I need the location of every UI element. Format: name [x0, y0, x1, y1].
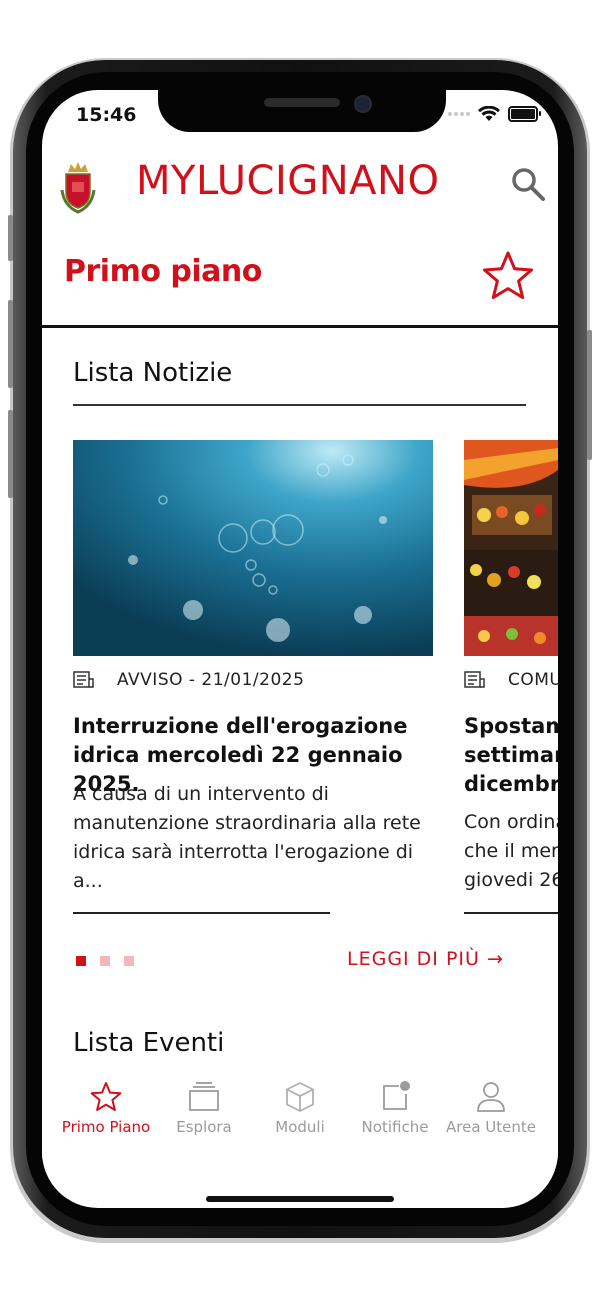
news-title[interactable]: Spostame settiman dicembre [464, 712, 558, 799]
tab-moduli[interactable]: Moduli [250, 1080, 350, 1136]
news-card[interactable]: COMU Spostame settiman dicembre Con ordi… [464, 440, 558, 916]
news-meta: AVVISO - 21/01/2025 [73, 670, 304, 690]
card-divider [464, 912, 558, 914]
document-icon [73, 671, 94, 688]
pagination-dot[interactable] [100, 956, 110, 966]
cube-icon [286, 1082, 314, 1112]
card-divider [73, 912, 330, 914]
town-crest-icon [60, 162, 96, 214]
header-divider [42, 325, 558, 328]
app-logo: MYLUCIGNANO [136, 158, 439, 204]
tab-label: Notifiche [361, 1118, 429, 1136]
events-list-title: Lista Eventi [73, 1028, 225, 1058]
bottom-tab-bar: Primo Piano Esplora Moduli Notifiche Are… [42, 1080, 558, 1160]
tab-label: Moduli [275, 1118, 325, 1136]
tab-esplora[interactable]: Esplora [154, 1080, 254, 1136]
tab-label: Area Utente [446, 1118, 536, 1136]
volume-up-button [8, 300, 13, 388]
camera-notch [158, 90, 446, 132]
status-indicators [448, 106, 541, 122]
brand-name: LUCIGNANO [195, 158, 440, 204]
tab-area-utente[interactable]: Area Utente [441, 1080, 541, 1136]
news-excerpt-line: che il merc [464, 840, 558, 862]
tab-label: Primo Piano [61, 1118, 151, 1136]
read-more-link[interactable]: LEGGI DI PIÙ → [347, 948, 504, 970]
news-title-line: dicembre [464, 772, 558, 796]
stack-icon [189, 1082, 219, 1111]
news-image-underwater [73, 440, 433, 656]
tab-notifiche[interactable]: Notifiche [345, 1080, 445, 1136]
power-button [587, 330, 592, 460]
speaker-grille [264, 98, 340, 107]
news-excerpt: Con ordina che il merc giovedi 26 [464, 808, 558, 895]
favorite-star-icon[interactable] [482, 250, 534, 302]
news-excerpt-line: Con ordina [464, 811, 558, 833]
front-camera [354, 95, 372, 113]
page-title: Primo piano [64, 254, 262, 289]
document-icon [464, 671, 485, 688]
carousel-pagination [76, 956, 134, 966]
news-category-date: AVVISO - 21/01/2025 [117, 670, 305, 690]
user-icon [477, 1082, 505, 1112]
volume-down-button [8, 410, 13, 498]
home-indicator[interactable] [206, 1196, 394, 1202]
news-card[interactable]: AVVISO - 21/01/2025 Interruzione dell'er… [73, 440, 433, 916]
news-excerpt-line: giovedi 26 [464, 869, 558, 891]
app-screen: 15:46 MYLUCIGNANO Primo piano Lista Noti… [42, 90, 558, 1208]
news-title-line: settiman [464, 743, 558, 767]
tab-primo-piano[interactable]: Primo Piano [56, 1080, 156, 1136]
news-category: COMU [508, 670, 558, 690]
brand-prefix: MY [136, 158, 196, 204]
pagination-dot-active[interactable] [76, 956, 86, 966]
news-image-market [464, 440, 558, 656]
news-excerpt: A causa di un intervento di manutenzione… [73, 783, 421, 892]
wifi-icon [478, 106, 500, 121]
silent-switch [8, 215, 13, 261]
news-title-line: Spostame [464, 714, 558, 738]
search-icon[interactable] [510, 166, 546, 202]
cellular-signal-icon [448, 112, 470, 116]
star-icon [90, 1082, 122, 1111]
news-meta: COMU [464, 670, 558, 690]
notification-icon [383, 1081, 410, 1110]
battery-icon [508, 106, 541, 122]
pagination-dot[interactable] [124, 956, 134, 966]
news-title-underline [73, 404, 526, 406]
news-list-title: Lista Notizie [73, 358, 233, 388]
tab-label: Esplora [176, 1118, 232, 1136]
status-time: 15:46 [76, 104, 137, 126]
